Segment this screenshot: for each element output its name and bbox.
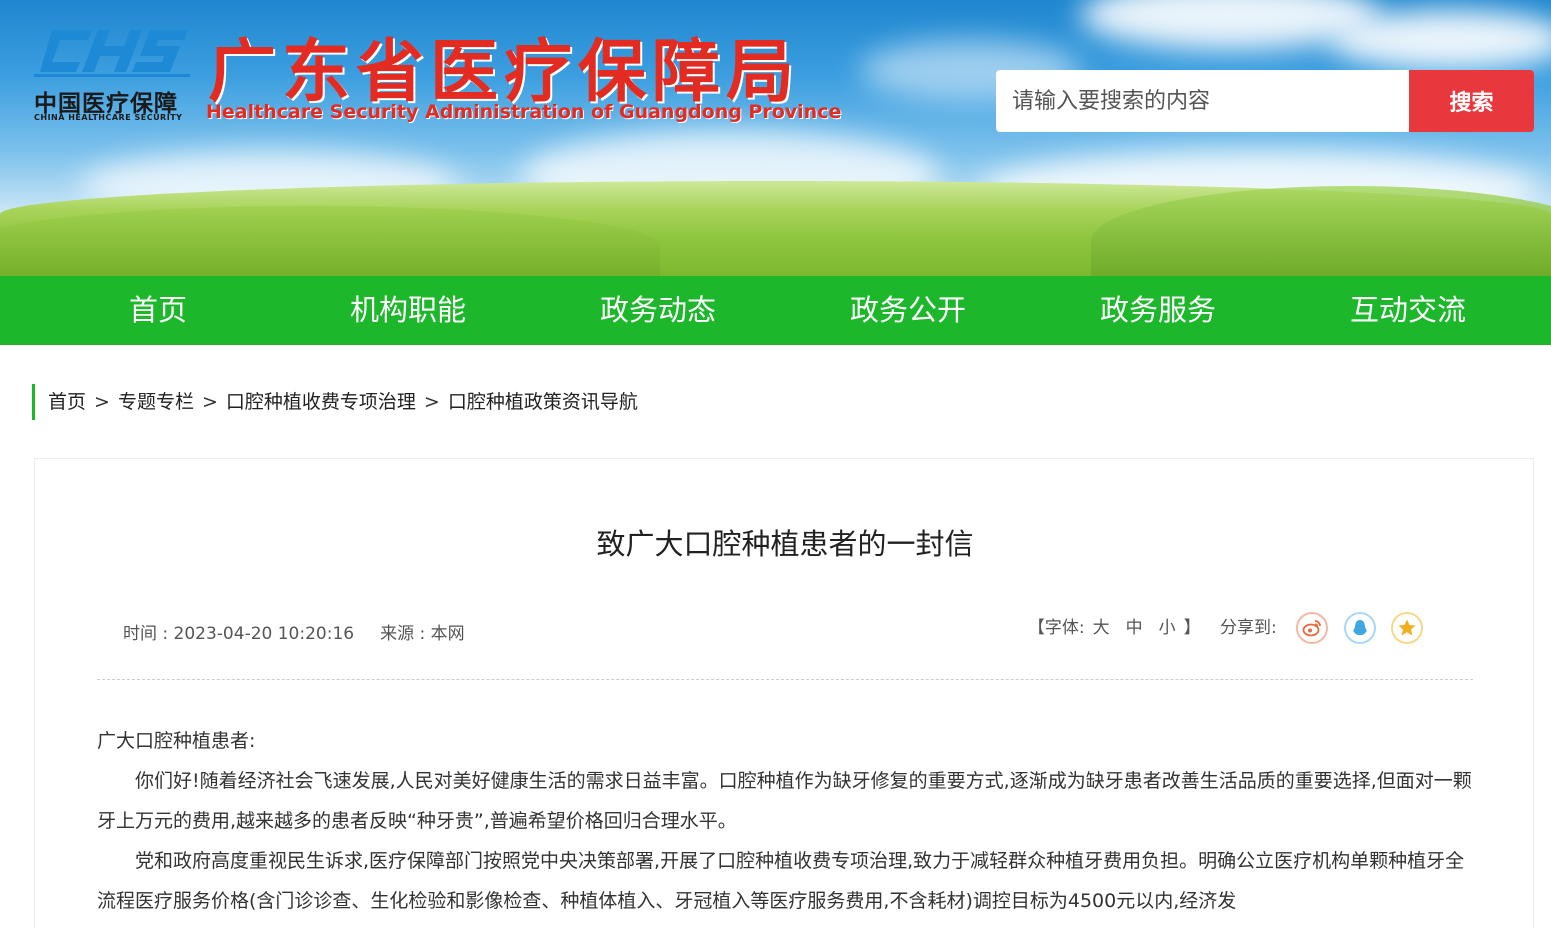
article-source: 来源 : 本网 [380, 624, 465, 644]
qq-penguin-icon [1353, 620, 1367, 635]
breadcrumb-topics[interactable]: 专题专栏 [118, 391, 194, 413]
logo-english-text: CHINA HEALTHCARE SECURITY [34, 113, 183, 122]
font-size-small[interactable]: 小 [1159, 618, 1176, 638]
article-divider [97, 679, 1473, 680]
nav-item-news[interactable]: 政务动态 [548, 276, 768, 345]
nav-item-interaction[interactable]: 互动交流 [1298, 276, 1518, 345]
search-bar: 搜索 [996, 70, 1534, 132]
article-paragraph: 党和政府高度重视民生诉求,医疗保障部门按照党中央决策部署,开展了口腔种植收费专项… [97, 850, 1465, 912]
nav-item-organization[interactable]: 机构职能 [298, 276, 518, 345]
nav-item-home[interactable]: 首页 [48, 276, 268, 345]
font-size-large[interactable]: 大 [1093, 618, 1110, 638]
cloud [1330, 10, 1551, 70]
share-label: 分享到: [1220, 618, 1277, 638]
font-size-label-close: 】 [1183, 618, 1201, 638]
nav-item-disclosure[interactable]: 政务公开 [798, 276, 1018, 345]
article-greeting: 广大口腔种植患者: [97, 730, 256, 752]
chs-logo-icon [34, 30, 190, 77]
font-size-label-open: 【字体: [1027, 618, 1085, 638]
publish-time: 时间 : 2023-04-20 10:20:16 [123, 624, 355, 644]
breadcrumb-home[interactable]: 首页 [48, 391, 86, 413]
breadcrumb: 首页 > 专题专栏 > 口腔种植收费专项治理 > 口腔种植政策资讯导航 [32, 384, 638, 420]
qzone-share-button[interactable] [1391, 612, 1423, 644]
article-paragraph: 你们好!随着经济社会飞速发展,人民对美好健康生活的需求日益丰富。口腔种植作为缺牙… [97, 770, 1472, 832]
breadcrumb-separator: > [201, 391, 218, 413]
article-tools: 【字体: 大中小】 分享到: [1028, 609, 1423, 647]
nav-item-services[interactable]: 政务服务 [1048, 276, 1268, 345]
main-nav: 首页 机构职能 政务动态 政务公开 政务服务 互动交流 [0, 276, 1551, 345]
article-container: 致广大口腔种植患者的一封信 时间 : 2023-04-20 10:20:16 来源… [34, 458, 1534, 928]
qq-share-button[interactable] [1343, 612, 1376, 644]
chs-logo[interactable]: 中国医疗保障 CHINA HEALTHCARE SECURITY [34, 24, 194, 124]
breadcrumb-separator: > [423, 391, 440, 413]
search-button[interactable]: 搜索 [1409, 70, 1534, 132]
breadcrumb-dental-governance[interactable]: 口腔种植收费专项治理 [226, 391, 416, 413]
site-subtitle: Healthcare Security Administration of Gu… [206, 101, 842, 123]
header-banner: 中国医疗保障 CHINA HEALTHCARE SECURITY 广东省医疗保障… [0, 0, 1551, 276]
breadcrumb-separator: > [94, 391, 110, 413]
star-icon [1398, 619, 1416, 636]
weibo-icon [1302, 620, 1322, 637]
search-input[interactable] [996, 70, 1409, 132]
weibo-share-button[interactable] [1296, 612, 1329, 644]
breadcrumb-current[interactable]: 口腔种植政策资讯导航 [448, 391, 638, 413]
article-body: 广大口腔种植患者: 你们好!随着经济社会飞速发展,人民对美好健康生活的需求日益丰… [97, 721, 1475, 921]
font-size-medium[interactable]: 中 [1126, 618, 1143, 638]
article-title: 致广大口腔种植患者的一封信 [596, 527, 974, 561]
article-meta: 时间 : 2023-04-20 10:20:16 来源 : 本网 [123, 619, 465, 644]
